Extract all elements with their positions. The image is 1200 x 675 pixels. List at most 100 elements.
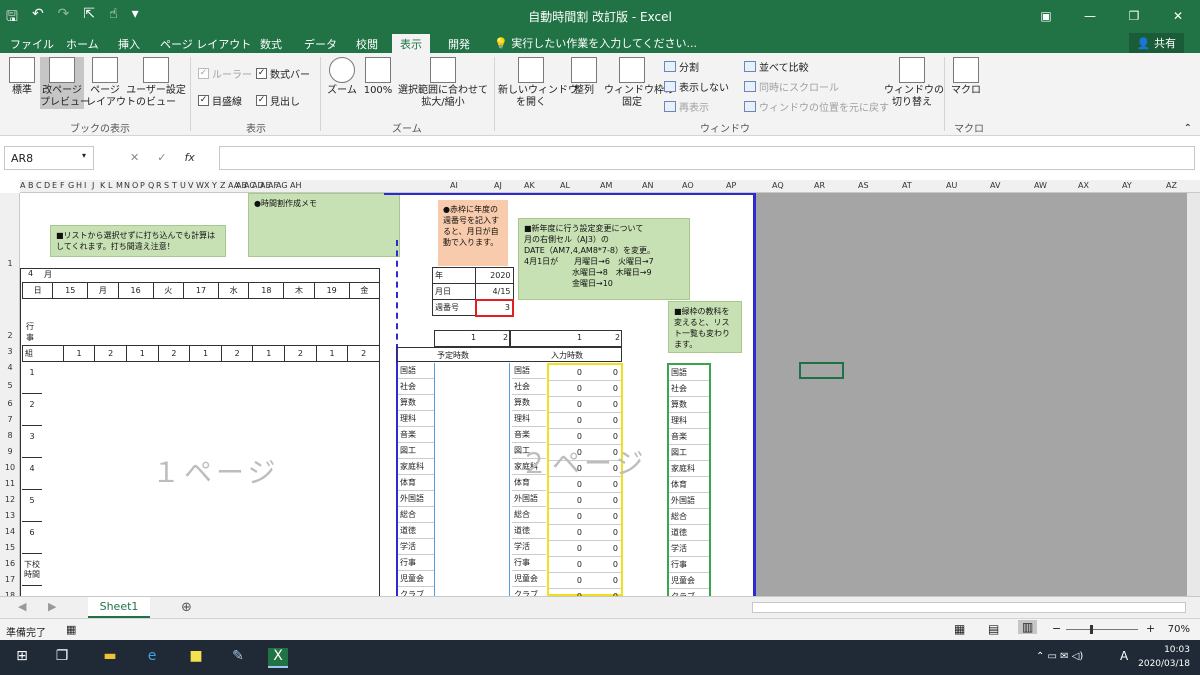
hours-cell[interactable]: 0 [549,493,585,508]
subject-cell[interactable]: 道徳 [512,523,546,539]
column-header[interactable]: O [132,181,138,190]
subject-cell[interactable]: 外国語 [398,491,434,507]
custom-views-button[interactable]: ユーザー設定 のビュー [126,57,186,109]
subject-cell[interactable]: 学活 [669,541,709,557]
hours-cell[interactable]: 0 [549,525,585,540]
column-header[interactable]: N [124,181,130,190]
tab-view[interactable]: 表示 [392,34,430,53]
enter-icon[interactable]: ✓ [157,151,166,164]
tab-file[interactable]: ファイル [2,34,62,53]
column-header[interactable]: AS [858,181,869,190]
column-header[interactable]: AT [902,181,912,190]
day-header-cell[interactable]: 17 [182,282,220,299]
day-header-cell[interactable]: 水 [218,282,250,299]
column-header[interactable]: J [92,181,94,190]
close-button[interactable]: ✕ [1156,0,1200,31]
column-header[interactable]: R [156,181,162,190]
row-header[interactable]: 4 [0,363,20,372]
subject-cell[interactable]: 図工 [398,443,434,459]
subject-cell[interactable]: 社会 [512,379,546,395]
ribbon-display-icon[interactable]: ▣ [1024,0,1068,31]
subject-cell[interactable]: 国語 [669,365,709,381]
row-header[interactable]: 11 [0,479,20,488]
split-button[interactable]: 分割 [664,59,699,74]
row-header[interactable]: 14 [0,527,20,536]
subject-cell[interactable]: 算数 [669,397,709,413]
row-header[interactable]: 8 [0,431,20,440]
column-header[interactable]: T [172,181,177,190]
column-header[interactable]: AR [814,181,825,190]
task-view-icon[interactable]: ❐ [52,648,72,668]
day-header-cell[interactable]: 木 [283,282,315,299]
hide-window-button[interactable]: 表示しない [664,79,729,94]
week-value[interactable]: 3 [474,298,515,317]
column-header[interactable]: I [84,181,86,190]
hours-cell[interactable]: 0 [585,493,621,508]
day-header-cell[interactable]: 月 [87,282,119,299]
column-header[interactable]: F [60,181,65,190]
day-header-cell[interactable]: 日 [21,282,54,299]
column-header[interactable]: AQ [772,181,784,190]
column-header[interactable]: L [108,181,112,190]
subject-cell[interactable]: 家庭科 [669,461,709,477]
hours-cell[interactable]: 0 [585,509,621,524]
kumi-cell[interactable]: 2 [347,345,380,362]
subject-cell[interactable]: 児童会 [512,571,546,587]
hours-cell[interactable]: 0 [585,413,621,428]
subject-cell[interactable]: 学活 [512,539,546,555]
column-header[interactable]: AG [276,181,288,190]
subject-cell[interactable]: 道徳 [398,523,434,539]
row-header[interactable]: 10 [0,463,20,472]
unhide-window-button[interactable]: 再表示 [664,99,709,114]
subject-cell[interactable]: 総合 [398,507,434,523]
row-header[interactable]: 2 [0,331,20,340]
kumi-cell[interactable]: 1 [62,345,96,362]
row-header[interactable]: 7 [0,415,20,424]
subject-cell[interactable]: 総合 [669,509,709,525]
subject-cell[interactable]: 行事 [398,555,434,571]
subject-cell[interactable]: 音楽 [398,427,434,443]
column-header[interactable]: P [140,181,145,190]
kumi-cell[interactable]: 2 [284,345,317,362]
column-header[interactable]: G [68,181,74,190]
column-header[interactable]: AL [560,181,570,190]
column-header[interactable]: AU [946,181,957,190]
sync-scroll-button[interactable]: 同時にスクロール [744,79,839,94]
formula-bar-checkbox[interactable]: ✓ 数式バー [256,66,310,81]
column-header[interactable]: H [76,181,82,190]
ime-indicator[interactable]: A [1120,649,1128,663]
kumi-cell[interactable]: 1 [125,345,159,362]
hours-cell[interactable]: 0 [585,381,621,396]
worksheet-grid[interactable]: A B C D E F G H I J K L M N O P Q R S T U V W X Y Z AA AB AC AD AE AF AG… [0,180,1200,596]
edge-icon[interactable]: e [142,648,162,668]
vertical-scrollbar[interactable] [1187,193,1200,596]
new-window-button[interactable]: 新しいウィンドウ を開く [498,57,578,109]
next-sheet-icon[interactable]: ▶ [48,600,56,613]
column-header[interactable]: Z [220,181,225,190]
subject-cell[interactable]: 算数 [398,395,434,411]
subject-cell[interactable]: 外国語 [669,493,709,509]
day-header-cell[interactable]: 金 [348,282,381,299]
column-header[interactable]: M [116,181,123,190]
file-explorer-icon[interactable]: ▬ [100,648,120,668]
name-box[interactable]: AR8 [4,146,94,170]
column-header[interactable]: A [20,181,25,190]
kumi-cell[interactable]: 1 [189,345,222,362]
row-header[interactable]: 15 [0,543,20,552]
hours-cell[interactable]: 0 [585,573,621,588]
column-header[interactable]: K [100,181,105,190]
view-side-by-side-button[interactable]: 並べて比較 [744,59,809,74]
row-header[interactable]: 9 [0,447,20,456]
hours-cell[interactable]: 0 [549,573,585,588]
day-header-cell[interactable]: 18 [248,282,285,299]
day-header-cell[interactable]: 15 [52,282,89,299]
zoom-selection-button[interactable]: 選択範囲に合わせて 拡大/縮小 [398,57,488,109]
add-sheet-icon[interactable]: ⊕ [181,600,192,615]
headings-checkbox[interactable]: ✓ 見出し [256,93,300,108]
hours-cell[interactable]: 0 [585,589,621,596]
column-header[interactable]: AV [990,181,1000,190]
column-header[interactable]: AW [1034,181,1047,190]
column-header[interactable]: Y [212,181,217,190]
minimize-button[interactable]: — [1068,0,1112,31]
row-header[interactable]: 17 [0,575,20,584]
